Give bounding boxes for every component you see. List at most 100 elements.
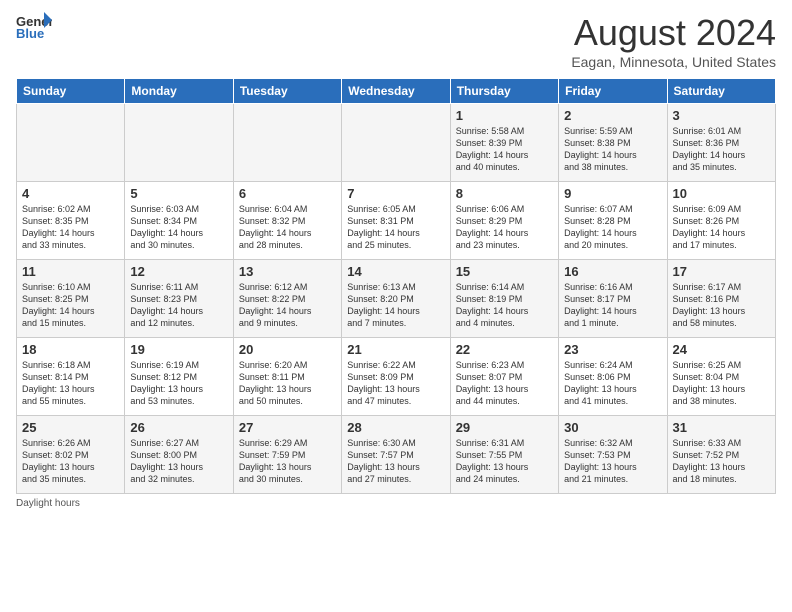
footer-note: Daylight hours [16, 498, 776, 509]
day-info: Sunrise: 5:59 AM Sunset: 8:38 PM Dayligh… [564, 125, 661, 174]
day-number: 15 [456, 264, 553, 279]
day-info: Sunrise: 6:24 AM Sunset: 8:06 PM Dayligh… [564, 359, 661, 408]
calendar-cell: 31 Sunrise: 6:33 AM Sunset: 7:52 PM Dayli… [667, 416, 775, 494]
day-number: 7 [347, 186, 444, 201]
day-info: Sunrise: 6:11 AM Sunset: 8:23 PM Dayligh… [130, 281, 227, 330]
day-number: 26 [130, 420, 227, 435]
calendar-week-row: 25 Sunrise: 6:26 AM Sunset: 8:02 PM Dayli… [17, 416, 776, 494]
day-info: Sunrise: 6:03 AM Sunset: 8:34 PM Dayligh… [130, 203, 227, 252]
day-number: 14 [347, 264, 444, 279]
day-of-week-header: Saturday [667, 79, 775, 104]
day-number: 21 [347, 342, 444, 357]
day-number: 16 [564, 264, 661, 279]
day-number: 29 [456, 420, 553, 435]
day-info: Sunrise: 6:22 AM Sunset: 8:09 PM Dayligh… [347, 359, 444, 408]
calendar-cell: 2Sunrise: 5:59 AM Sunset: 8:38 PM Daylig… [559, 104, 667, 182]
calendar-cell: 28 Sunrise: 6:30 AM Sunset: 7:57 PM Dayli… [342, 416, 450, 494]
day-number: 28 [347, 420, 444, 435]
day-info: Sunrise: 6:04 AM Sunset: 8:32 PM Dayligh… [239, 203, 336, 252]
calendar-cell: 22 Sunrise: 6:23 AM Sunset: 8:07 PM Dayli… [450, 338, 558, 416]
day-info: Sunrise: 6:31 AM Sunset: 7:55 PM Dayligh… [456, 437, 553, 486]
day-number: 25 [22, 420, 119, 435]
day-number: 12 [130, 264, 227, 279]
day-info: Sunrise: 6:17 AM Sunset: 8:16 PM Dayligh… [673, 281, 770, 330]
calendar-cell: 11Sunrise: 6:10 AM Sunset: 8:25 PM Dayli… [17, 260, 125, 338]
day-info: Sunrise: 6:05 AM Sunset: 8:31 PM Dayligh… [347, 203, 444, 252]
svg-text:Blue: Blue [16, 26, 44, 40]
day-of-week-header: Tuesday [233, 79, 341, 104]
day-number: 6 [239, 186, 336, 201]
day-info: Sunrise: 6:12 AM Sunset: 8:22 PM Dayligh… [239, 281, 336, 330]
calendar-cell: 14 Sunrise: 6:13 AM Sunset: 8:20 PM Dayli… [342, 260, 450, 338]
day-info: Sunrise: 6:06 AM Sunset: 8:29 PM Dayligh… [456, 203, 553, 252]
day-info: Sunrise: 6:19 AM Sunset: 8:12 PM Dayligh… [130, 359, 227, 408]
day-info: Sunrise: 6:27 AM Sunset: 8:00 PM Dayligh… [130, 437, 227, 486]
calendar-cell: 1Sunrise: 5:58 AM Sunset: 8:39 PM Daylig… [450, 104, 558, 182]
day-of-week-header: Thursday [450, 79, 558, 104]
calendar-cell: 19 Sunrise: 6:19 AM Sunset: 8:12 PM Dayli… [125, 338, 233, 416]
day-info: Sunrise: 6:20 AM Sunset: 8:11 PM Dayligh… [239, 359, 336, 408]
calendar-cell: 4 Sunrise: 6:02 AM Sunset: 8:35 PM Daylig… [17, 182, 125, 260]
logo-icon: General Blue [16, 12, 44, 34]
calendar-cell: 21 Sunrise: 6:22 AM Sunset: 8:09 PM Dayli… [342, 338, 450, 416]
day-info: Sunrise: 6:16 AM Sunset: 8:17 PM Dayligh… [564, 281, 661, 330]
calendar-cell: 23 Sunrise: 6:24 AM Sunset: 8:06 PM Dayli… [559, 338, 667, 416]
day-info: Sunrise: 6:30 AM Sunset: 7:57 PM Dayligh… [347, 437, 444, 486]
day-number: 24 [673, 342, 770, 357]
day-number: 3 [673, 108, 770, 123]
day-info: Sunrise: 6:07 AM Sunset: 8:28 PM Dayligh… [564, 203, 661, 252]
day-of-week-header: Wednesday [342, 79, 450, 104]
calendar-cell: 25 Sunrise: 6:26 AM Sunset: 8:02 PM Dayli… [17, 416, 125, 494]
day-number: 23 [564, 342, 661, 357]
day-info: Sunrise: 6:01 AM Sunset: 8:36 PM Dayligh… [673, 125, 770, 174]
day-info: Sunrise: 6:02 AM Sunset: 8:35 PM Dayligh… [22, 203, 119, 252]
day-number: 20 [239, 342, 336, 357]
day-info: Sunrise: 6:25 AM Sunset: 8:04 PM Dayligh… [673, 359, 770, 408]
calendar-header-row: SundayMondayTuesdayWednesdayThursdayFrid… [17, 79, 776, 104]
day-info: Sunrise: 5:58 AM Sunset: 8:39 PM Dayligh… [456, 125, 553, 174]
day-info: Sunrise: 6:14 AM Sunset: 8:19 PM Dayligh… [456, 281, 553, 330]
calendar-week-row: 11Sunrise: 6:10 AM Sunset: 8:25 PM Dayli… [17, 260, 776, 338]
day-of-week-header: Sunday [17, 79, 125, 104]
day-info: Sunrise: 6:13 AM Sunset: 8:20 PM Dayligh… [347, 281, 444, 330]
page-header: General Blue August 2024 Eagan, Minnesot… [16, 12, 776, 70]
month-title: August 2024 [571, 12, 776, 54]
calendar-cell [233, 104, 341, 182]
day-number: 5 [130, 186, 227, 201]
day-number: 19 [130, 342, 227, 357]
calendar-cell: 15 Sunrise: 6:14 AM Sunset: 8:19 PM Dayli… [450, 260, 558, 338]
calendar-cell: 24 Sunrise: 6:25 AM Sunset: 8:04 PM Dayli… [667, 338, 775, 416]
calendar-cell: 5 Sunrise: 6:03 AM Sunset: 8:34 PM Daylig… [125, 182, 233, 260]
day-number: 11 [22, 264, 119, 279]
calendar-week-row: 4 Sunrise: 6:02 AM Sunset: 8:35 PM Daylig… [17, 182, 776, 260]
calendar-week-row: 1Sunrise: 5:58 AM Sunset: 8:39 PM Daylig… [17, 104, 776, 182]
day-info: Sunrise: 6:26 AM Sunset: 8:02 PM Dayligh… [22, 437, 119, 486]
day-of-week-header: Monday [125, 79, 233, 104]
day-number: 10 [673, 186, 770, 201]
calendar-cell [17, 104, 125, 182]
day-info: Sunrise: 6:23 AM Sunset: 8:07 PM Dayligh… [456, 359, 553, 408]
calendar-cell [125, 104, 233, 182]
day-number: 22 [456, 342, 553, 357]
day-number: 8 [456, 186, 553, 201]
calendar-cell: 10Sunrise: 6:09 AM Sunset: 8:26 PM Dayli… [667, 182, 775, 260]
day-number: 9 [564, 186, 661, 201]
calendar-cell: 17Sunrise: 6:17 AM Sunset: 8:16 PM Dayli… [667, 260, 775, 338]
calendar-cell: 29 Sunrise: 6:31 AM Sunset: 7:55 PM Dayli… [450, 416, 558, 494]
calendar-cell: 8 Sunrise: 6:06 AM Sunset: 8:29 PM Daylig… [450, 182, 558, 260]
calendar-cell: 9 Sunrise: 6:07 AM Sunset: 8:28 PM Daylig… [559, 182, 667, 260]
title-section: August 2024 Eagan, Minnesota, United Sta… [571, 12, 776, 70]
calendar-cell [342, 104, 450, 182]
day-number: 27 [239, 420, 336, 435]
day-number: 31 [673, 420, 770, 435]
calendar-cell: 18 Sunrise: 6:18 AM Sunset: 8:14 PM Dayli… [17, 338, 125, 416]
calendar-cell: 12 Sunrise: 6:11 AM Sunset: 8:23 PM Dayli… [125, 260, 233, 338]
day-info: Sunrise: 6:18 AM Sunset: 8:14 PM Dayligh… [22, 359, 119, 408]
day-info: Sunrise: 6:33 AM Sunset: 7:52 PM Dayligh… [673, 437, 770, 486]
calendar-cell: 3 Sunrise: 6:01 AM Sunset: 8:36 PM Daylig… [667, 104, 775, 182]
day-info: Sunrise: 6:32 AM Sunset: 7:53 PM Dayligh… [564, 437, 661, 486]
day-number: 4 [22, 186, 119, 201]
calendar-cell: 6 Sunrise: 6:04 AM Sunset: 8:32 PM Daylig… [233, 182, 341, 260]
day-number: 18 [22, 342, 119, 357]
calendar-body: 1Sunrise: 5:58 AM Sunset: 8:39 PM Daylig… [17, 104, 776, 494]
